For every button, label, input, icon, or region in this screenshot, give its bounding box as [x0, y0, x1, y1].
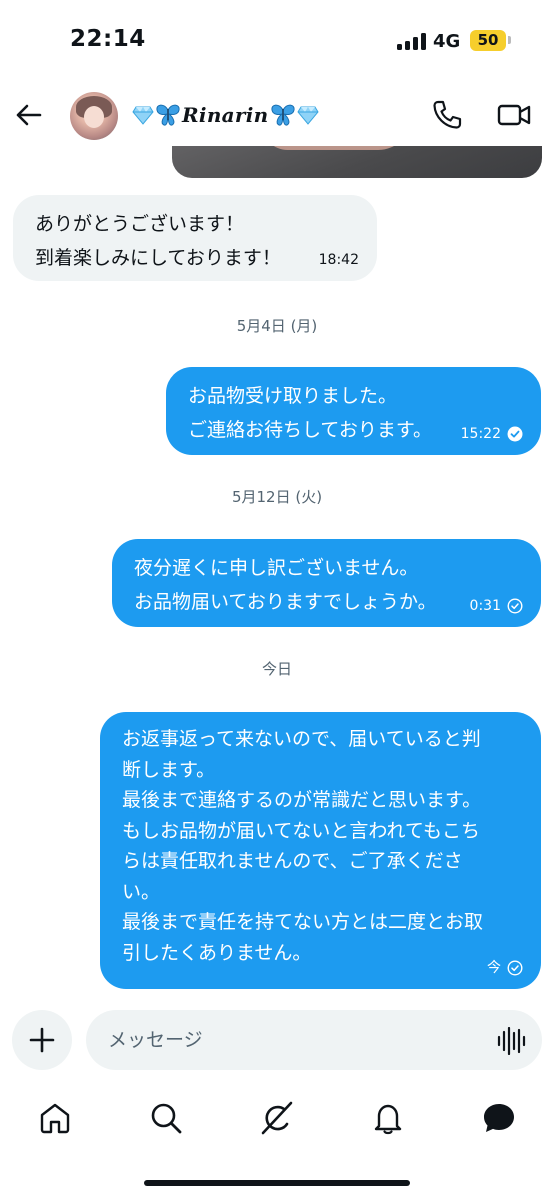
- avatar[interactable]: [70, 92, 118, 140]
- voice-message-button[interactable]: [496, 1026, 526, 1056]
- message-text: 断します。: [122, 758, 216, 781]
- nav-grok[interactable]: [259, 1100, 295, 1136]
- message-meta: 18:42: [319, 252, 359, 268]
- message-text: ありがとうございます！: [35, 213, 245, 235]
- battery-level: 50: [470, 30, 506, 51]
- notifications-bell-icon: [374, 1104, 402, 1135]
- add-attachment-button[interactable]: [12, 1010, 72, 1070]
- outgoing-message[interactable]: 夜分遅くに申し訳ございません。 お品物届いておりますでしょうか。 0:31: [112, 539, 541, 627]
- message-thread[interactable]: ありがとうございます！ 到着楽しみにしております！ 18:42 5月4日 (月)…: [0, 146, 554, 1000]
- message-text: らは責任取れませんので、ご了承くださ: [122, 850, 463, 872]
- message-text: 夜分遅くに申し訳ございません。: [134, 557, 419, 579]
- message-time: 15:22: [460, 426, 501, 442]
- message-text: 最後まで連絡するのが常識だと思います。: [122, 789, 482, 811]
- sent-check-icon: [507, 598, 523, 614]
- nav-home[interactable]: [37, 1100, 73, 1136]
- gem-icon: [296, 106, 319, 125]
- plus-icon: [29, 1027, 55, 1053]
- call-button[interactable]: [430, 98, 464, 132]
- grok-icon: [261, 1101, 293, 1135]
- butterfly-icon: [156, 104, 180, 126]
- outgoing-message[interactable]: お品物受け取りました。 ご連絡お待ちしております。 15:22: [166, 367, 541, 455]
- messages-bubble-icon: [484, 1104, 514, 1132]
- network-type: 4G: [433, 31, 461, 52]
- contact-name-text: Rinarin: [182, 103, 269, 127]
- video-camera-icon: [497, 104, 531, 126]
- nav-messages[interactable]: [481, 1100, 517, 1136]
- nav-notifications[interactable]: [370, 1100, 406, 1136]
- status-bar: 22:14 4G 50: [0, 0, 554, 84]
- seen-check-icon: [507, 426, 523, 442]
- status-time: 22:14: [70, 26, 146, 52]
- message-text: 最後まで責任を持てない方とは二度とお取: [122, 911, 484, 933]
- conversation-header: Rinarin: [0, 84, 554, 146]
- signal-strength-icon: [397, 33, 427, 50]
- search-icon: [151, 1103, 182, 1134]
- outgoing-message[interactable]: お返事返って来ないので、届いていると判 断します。 最後まで連絡するのが常識だと…: [100, 712, 541, 989]
- back-button[interactable]: [12, 98, 46, 132]
- message-input[interactable]: [86, 1010, 542, 1070]
- butterfly-icon: [270, 104, 295, 126]
- message-meta: 今: [487, 960, 523, 976]
- date-separator: 5月12日 (火): [231, 488, 323, 506]
- contact-name[interactable]: Rinarin: [132, 98, 319, 132]
- phone-icon: [433, 100, 462, 129]
- message-text: お品物受け取りました。: [188, 385, 398, 407]
- bottom-navigation: [0, 1090, 554, 1146]
- date-separator: 5月4日 (月): [236, 317, 318, 335]
- message-time: 今: [487, 960, 501, 976]
- incoming-message[interactable]: ありがとうございます！ 到着楽しみにしております！ 18:42: [13, 195, 377, 281]
- sent-check-icon: [507, 960, 523, 976]
- image-message[interactable]: [172, 146, 542, 178]
- message-meta: 15:22: [461, 426, 523, 442]
- message-text: 到着楽しみにしております！: [35, 247, 281, 269]
- message-time: 18:42: [318, 252, 359, 268]
- battery-icon: [508, 36, 511, 44]
- message-text: お品物届いておりますでしょうか。: [134, 591, 437, 613]
- video-call-button[interactable]: [496, 98, 532, 132]
- gem-icon: [132, 106, 154, 125]
- message-text: お返事返って来ないので、届いていると判: [122, 728, 481, 750]
- nav-search[interactable]: [148, 1100, 184, 1136]
- message-composer: [0, 1000, 554, 1080]
- message-meta: 0:31: [470, 598, 523, 614]
- message-time: 0:31: [469, 598, 501, 614]
- home-icon: [40, 1103, 70, 1134]
- message-text: もしお品物が届いてないと言われてもこち: [122, 819, 480, 842]
- back-arrow-icon: [16, 104, 42, 126]
- voice-waveform-icon: [497, 1026, 526, 1056]
- message-text: い。: [122, 880, 161, 903]
- date-separator: 今日: [261, 660, 292, 678]
- message-text: 引したくありません。: [122, 941, 312, 964]
- home-indicator[interactable]: [144, 1180, 410, 1186]
